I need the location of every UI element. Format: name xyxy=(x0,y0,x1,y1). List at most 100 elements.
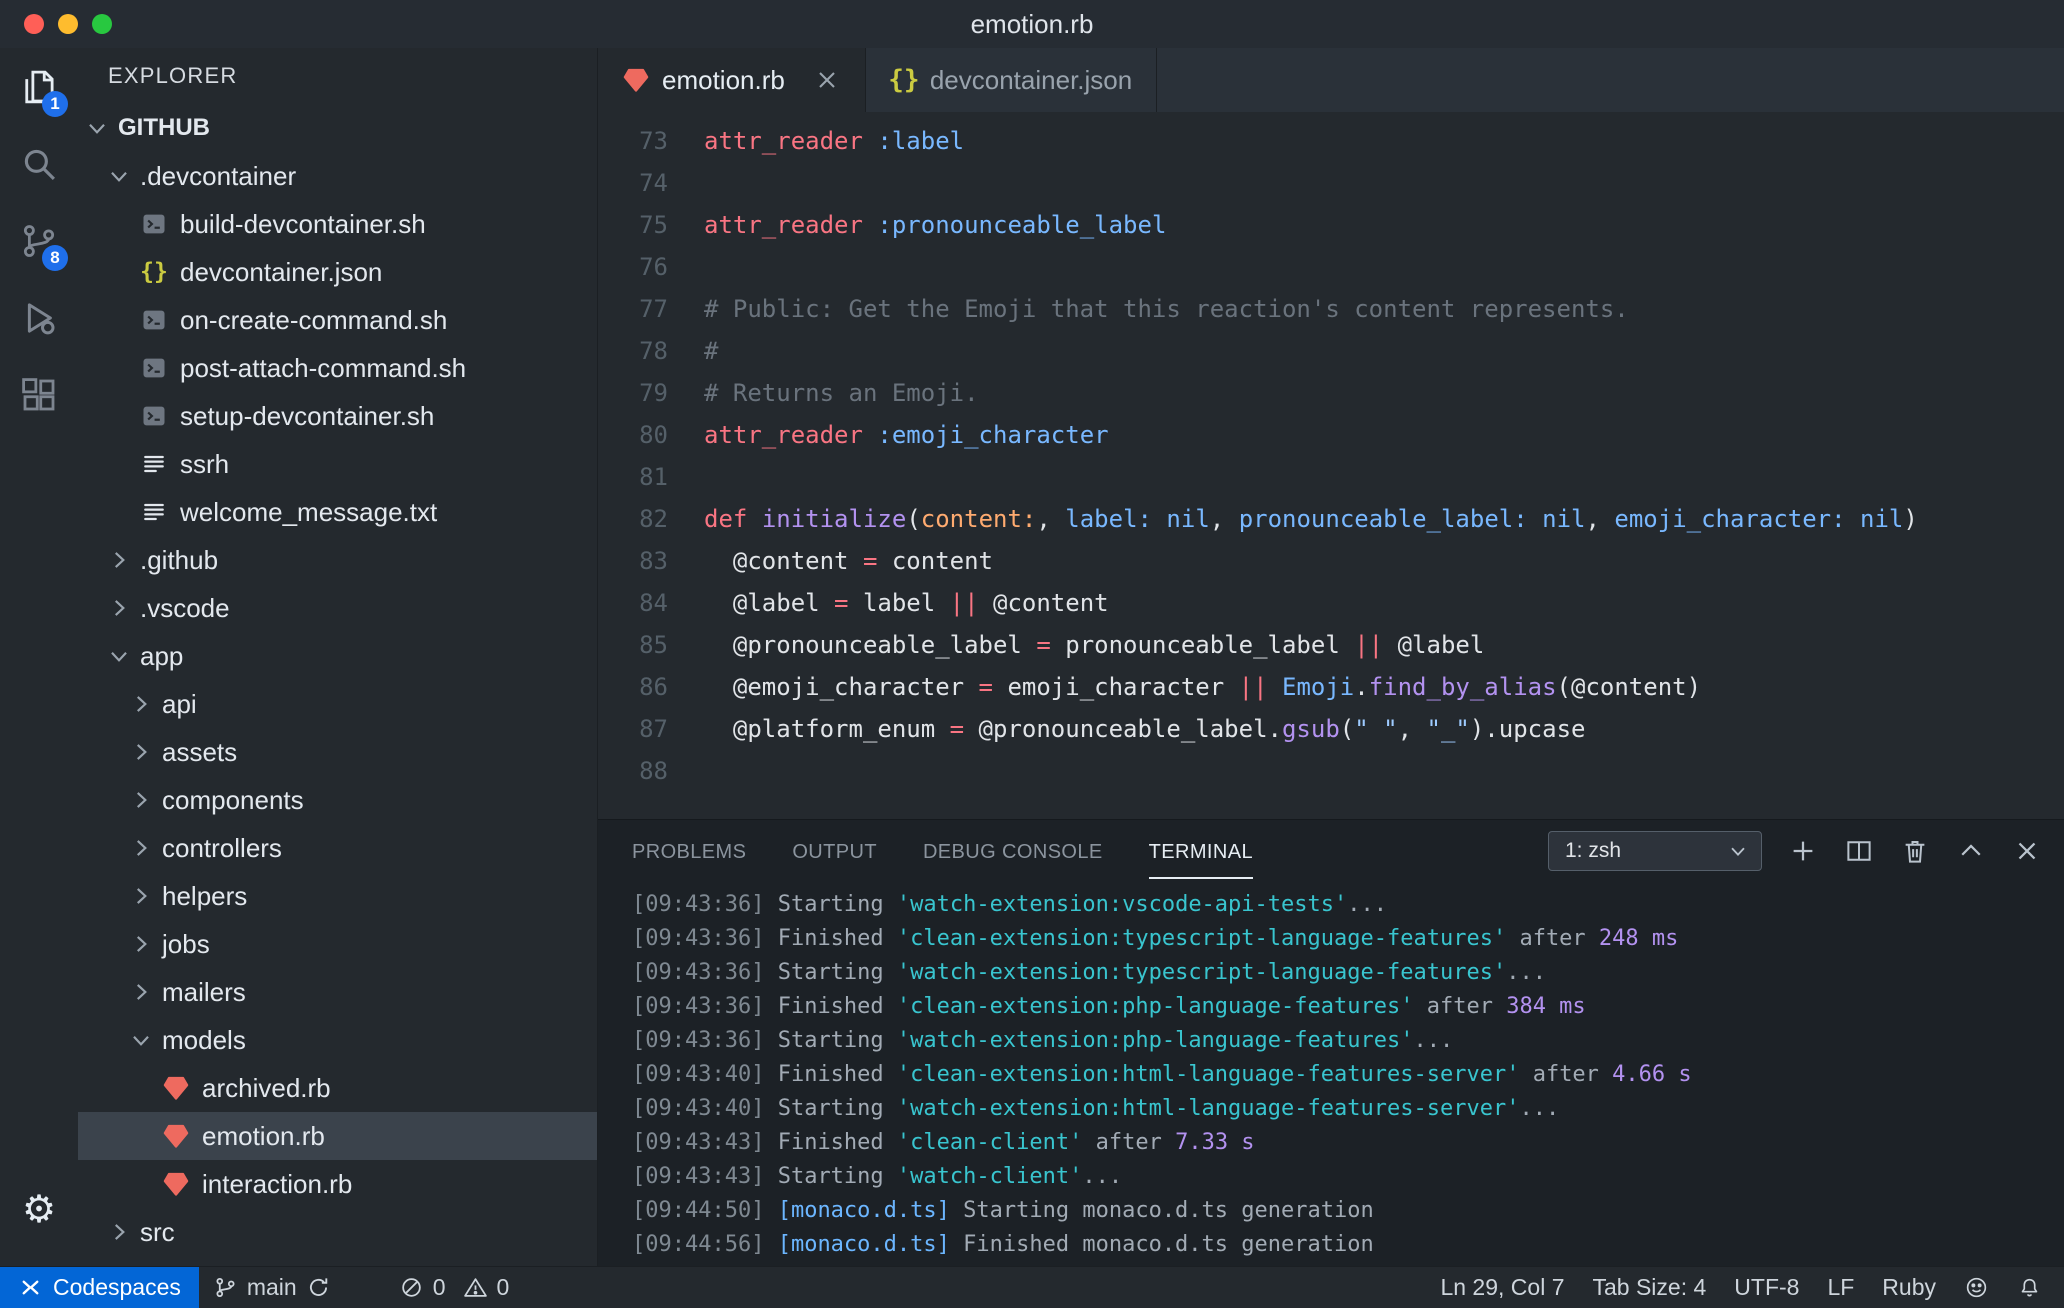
tree-item-label: src xyxy=(140,1216,175,1247)
tree-item-build-devcontainer.sh[interactable]: build-devcontainer.sh xyxy=(78,200,597,248)
code-line-87[interactable]: 87 @platform_enum = @pronounceable_label… xyxy=(598,708,2064,750)
editor-tab-devcontainer.json[interactable]: {} devcontainer.json xyxy=(866,48,1158,112)
line-number: 81 xyxy=(639,463,668,491)
tree-item-post-attach-command.sh[interactable]: post-attach-command.sh xyxy=(78,344,597,392)
codespaces-remote-button[interactable]: Codespaces xyxy=(0,1266,199,1308)
activity-search-button[interactable] xyxy=(0,125,78,202)
shell-icon xyxy=(140,354,168,382)
tree-item-interaction.rb[interactable]: interaction.rb xyxy=(78,1160,597,1208)
panel-tab-bar: PROBLEMS OUTPUT DEBUG CONSOLE TERMINAL xyxy=(632,824,1253,879)
zoom-window-button[interactable] xyxy=(92,14,112,34)
chevron-right-icon xyxy=(128,787,154,813)
tree-item-app[interactable]: app xyxy=(78,632,597,680)
tree-item-.github[interactable]: .github xyxy=(78,536,597,584)
code-line-86[interactable]: 86 @emoji_character = emoji_character ||… xyxy=(598,666,2064,708)
indentation-button[interactable]: Tab Size: 4 xyxy=(1578,1267,1720,1308)
code-line-88[interactable]: 88 xyxy=(598,750,2064,792)
status-bar-right: Ln 29, Col 7 Tab Size: 4 UTF-8 LF Ruby xyxy=(1426,1267,2064,1308)
editor-tab-emotion.rb[interactable]: emotion.rb xyxy=(598,48,866,112)
tree-item-jobs[interactable]: jobs xyxy=(78,920,597,968)
new-terminal-button[interactable] xyxy=(1788,836,1818,866)
chevron-right-icon xyxy=(128,691,154,717)
activity-source-control-button[interactable]: 8 xyxy=(0,202,78,279)
gear-icon: ⚙ xyxy=(21,1188,57,1231)
run-debug-icon xyxy=(18,297,60,339)
code-line-85[interactable]: 85 @pronounceable_label = pronounceable_… xyxy=(598,624,2064,666)
minimize-window-button[interactable] xyxy=(58,14,78,34)
close-panel-button[interactable] xyxy=(2012,836,2042,866)
code-line-81[interactable]: 81 xyxy=(598,456,2064,498)
chevron-right-icon xyxy=(106,547,132,573)
problems-button[interactable]: 0 0 xyxy=(385,1267,524,1308)
code-line-78[interactable]: 78 # xyxy=(598,330,2064,372)
chevron-right-icon xyxy=(106,595,132,621)
panel-tab-output[interactable]: OUTPUT xyxy=(792,824,877,879)
tree-item-.vscode[interactable]: .vscode xyxy=(78,584,597,632)
codespaces-label: Codespaces xyxy=(53,1274,181,1300)
code-line-74[interactable]: 74 xyxy=(598,162,2064,204)
tree-item-github[interactable]: GITHUB xyxy=(78,104,597,152)
code-editor[interactable]: 73 attr_reader :label 74 75 attr_reader :pro… xyxy=(598,112,2064,819)
chevron-right-icon xyxy=(128,979,154,1005)
activity-explorer-button[interactable]: 1 xyxy=(0,48,78,125)
code-text: # Public: Get the Emoji that this reacti… xyxy=(704,295,1629,323)
tree-item-assets[interactable]: assets xyxy=(78,728,597,776)
chevron-right-icon xyxy=(128,835,154,861)
tree-item-helpers[interactable]: helpers xyxy=(78,872,597,920)
eol-button[interactable]: LF xyxy=(1813,1267,1868,1308)
split-terminal-button[interactable] xyxy=(1844,836,1874,866)
code-line-84[interactable]: 84 @label = label || @content xyxy=(598,582,2064,624)
language-mode-button[interactable]: Ruby xyxy=(1868,1267,1950,1308)
chevron-right-icon xyxy=(128,739,154,765)
tree-item-models[interactable]: models xyxy=(78,1016,597,1064)
code-line-76[interactable]: 76 xyxy=(598,246,2064,288)
tree-item-controllers[interactable]: controllers xyxy=(78,824,597,872)
chevron-right-icon xyxy=(128,883,154,909)
tree-item-on-create-command.sh[interactable]: on-create-command.sh xyxy=(78,296,597,344)
panel-actions: 1: zsh xyxy=(1548,831,2042,871)
feedback-smiley-button[interactable] xyxy=(1950,1267,2003,1308)
activity-extensions-button[interactable] xyxy=(0,356,78,433)
code-line-73[interactable]: 73 attr_reader :label xyxy=(598,120,2064,162)
code-text: attr_reader :pronounceable_label xyxy=(704,211,1167,239)
code-line-80[interactable]: 80 attr_reader :emoji_character xyxy=(598,414,2064,456)
panel-tab-terminal[interactable]: TERMINAL xyxy=(1148,824,1253,879)
tree-item-mailers[interactable]: mailers xyxy=(78,968,597,1016)
tree-item-devcontainer.json[interactable]: {} devcontainer.json xyxy=(78,248,597,296)
tree-item-api[interactable]: api xyxy=(78,680,597,728)
notifications-bell-button[interactable] xyxy=(2003,1267,2056,1308)
code-line-79[interactable]: 79 # Returns an Emoji. xyxy=(598,372,2064,414)
terminal-output[interactable]: [09:43:36] Starting 'watch-extension:vsc… xyxy=(598,882,2064,1266)
code-line-77[interactable]: 77 # Public: Get the Emoji that this reac… xyxy=(598,288,2064,330)
code-line-83[interactable]: 83 @content = content xyxy=(598,540,2064,582)
tree-item-archived.rb[interactable]: archived.rb xyxy=(78,1064,597,1112)
tree-item-.devcontainer[interactable]: .devcontainer xyxy=(78,152,597,200)
terminal-shell-select[interactable]: 1: zsh xyxy=(1548,831,1762,871)
panel-header: PROBLEMS OUTPUT DEBUG CONSOLE TERMINAL 1: z… xyxy=(598,820,2064,882)
code-text: @label = label || @content xyxy=(704,589,1109,617)
encoding-button[interactable]: UTF-8 xyxy=(1720,1267,1813,1308)
panel-tab-debug-console[interactable]: DEBUG CONSOLE xyxy=(923,824,1103,879)
maximize-panel-button[interactable] xyxy=(1956,836,1986,866)
tree-item-emotion.rb[interactable]: emotion.rb xyxy=(78,1112,597,1160)
tree-item-setup-devcontainer.sh[interactable]: setup-devcontainer.sh xyxy=(78,392,597,440)
kill-terminal-button[interactable] xyxy=(1900,836,1930,866)
panel-tab-problems[interactable]: PROBLEMS xyxy=(632,824,746,879)
activity-run-debug-button[interactable] xyxy=(0,279,78,356)
code-line-82[interactable]: 82 def initialize(content:, label: nil, p… xyxy=(598,498,2064,540)
status-bar: Codespaces main 0 0 Ln 29, Col 7 Tab Siz… xyxy=(0,1266,2064,1308)
line-number: 73 xyxy=(639,127,668,155)
tree-item-src[interactable]: src xyxy=(78,1208,597,1256)
tree-item-ssrh[interactable]: ssrh xyxy=(78,440,597,488)
code-text: # xyxy=(704,337,719,365)
git-branch-button[interactable]: main xyxy=(199,1267,345,1308)
close-window-button[interactable] xyxy=(24,14,44,34)
terminal-line: [09:43:36] Finished 'clean-extension:typ… xyxy=(632,926,1679,951)
code-line-75[interactable]: 75 attr_reader :pronounceable_label xyxy=(598,204,2064,246)
cursor-position-button[interactable]: Ln 29, Col 7 xyxy=(1426,1267,1578,1308)
activity-settings-button[interactable]: ⚙ xyxy=(0,1171,78,1248)
chevron-down-icon xyxy=(1727,840,1749,862)
tree-item-welcome_message.txt[interactable]: welcome_message.txt xyxy=(78,488,597,536)
tree-item-components[interactable]: components xyxy=(78,776,597,824)
close-tab-icon[interactable] xyxy=(813,66,841,94)
